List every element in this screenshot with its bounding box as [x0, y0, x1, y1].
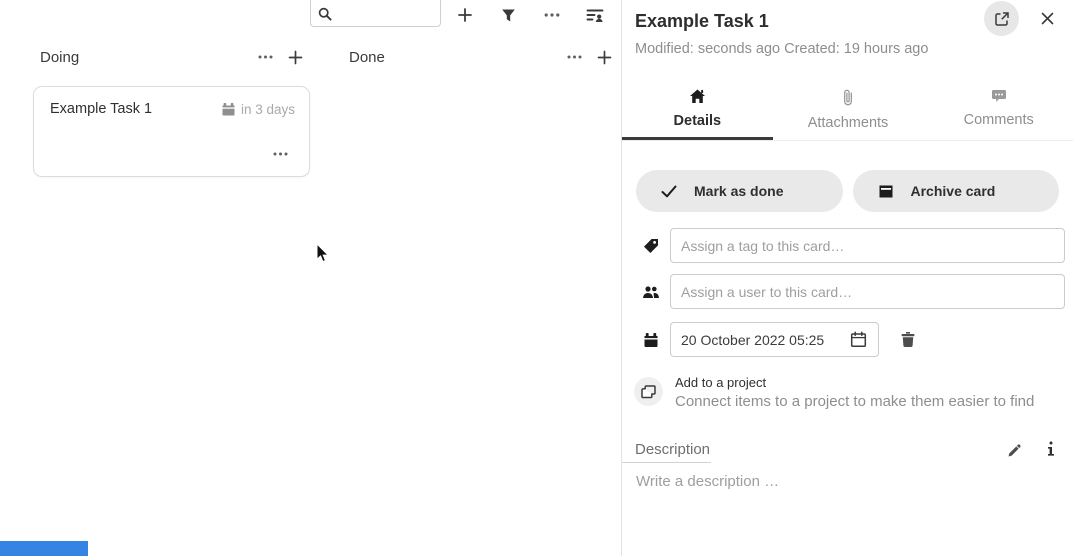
tag-icon — [642, 238, 660, 254]
board-more-button[interactable] — [538, 1, 566, 29]
action-buttons: Mark as done Archive card — [622, 170, 1073, 212]
card-due-label: in 3 days — [241, 102, 295, 117]
add-to-project-row[interactable]: Add to a project Connect items to a proj… — [634, 375, 1034, 410]
search-entry[interactable] — [310, 0, 441, 27]
column-more-button[interactable] — [559, 43, 589, 71]
archive-card-label: Archive card — [911, 183, 996, 199]
project-texts: Add to a project Connect items to a proj… — [675, 375, 1034, 410]
edit-description-button[interactable] — [1000, 436, 1028, 464]
add-to-project-title: Add to a project — [675, 375, 1034, 390]
assign-tag-input[interactable] — [670, 228, 1065, 263]
archive-card-button[interactable]: Archive card — [853, 170, 1060, 212]
tab-comments[interactable]: Comments — [923, 80, 1073, 140]
card-due-badge: in 3 days — [221, 102, 295, 117]
calendar-icon — [642, 332, 660, 348]
add-icon — [457, 7, 473, 23]
due-date-row: 20 October 2022 05:25 — [622, 322, 1073, 357]
project-icon-circle — [634, 377, 663, 406]
pencil-icon — [1007, 443, 1022, 458]
app-window: Doing Example Task 1 — [0, 0, 1073, 556]
popout-icon — [994, 11, 1010, 27]
card-more-button[interactable] — [265, 140, 295, 168]
archive-icon — [878, 184, 894, 199]
tab-label: Attachments — [808, 115, 889, 131]
add-to-project-subtitle: Connect items to a project to make them … — [675, 393, 1034, 410]
card-title: Example Task 1 — [50, 101, 221, 117]
column-more-button[interactable] — [250, 43, 280, 71]
close-button[interactable] — [1034, 5, 1060, 31]
card-detail-panel: Example Task 1 Modified: seconds ago Cre… — [621, 0, 1073, 556]
assignees-icon — [586, 8, 604, 23]
due-date-value: 20 October 2022 05:25 — [681, 332, 844, 348]
search-input[interactable] — [337, 6, 434, 21]
kanban-board: Doing Example Task 1 — [0, 0, 621, 556]
assign-user-input[interactable] — [670, 274, 1065, 309]
more-icon — [273, 151, 288, 157]
trash-icon — [900, 331, 916, 348]
task-card[interactable]: Example Task 1 in 3 days — [33, 86, 310, 177]
column-add-button[interactable] — [280, 43, 310, 71]
mark-as-done-label: Mark as done — [694, 183, 783, 199]
tag-row — [622, 228, 1073, 263]
more-icon — [567, 54, 582, 60]
popout-button[interactable] — [984, 1, 1019, 36]
column-title: Done — [349, 49, 385, 66]
mouse-cursor — [316, 243, 331, 264]
column-header: Doing — [33, 40, 310, 74]
home-icon — [689, 89, 706, 104]
add-icon — [597, 50, 612, 65]
check-icon — [661, 185, 677, 198]
column-title: Doing — [40, 49, 79, 66]
more-icon — [544, 12, 560, 18]
description-header: Description — [622, 438, 1073, 462]
tab-label: Comments — [964, 112, 1034, 128]
search-icon — [318, 7, 332, 21]
assignees-filter-button[interactable] — [581, 1, 609, 29]
filter-button[interactable] — [494, 1, 522, 29]
description-placeholder[interactable]: Write a description … — [636, 473, 779, 490]
description-info-button[interactable] — [1037, 435, 1065, 463]
delete-due-date-button[interactable] — [894, 326, 922, 354]
add-card-button[interactable] — [451, 1, 479, 29]
open-calendar-button[interactable] — [844, 326, 872, 354]
info-icon — [1047, 441, 1055, 457]
filter-icon — [501, 8, 516, 23]
tab-label: Details — [674, 113, 722, 129]
description-label: Description — [635, 441, 710, 458]
detail-tabs: Details Attachments Comments — [622, 80, 1073, 141]
close-icon — [1041, 12, 1054, 25]
paperclip-icon — [843, 89, 853, 106]
calendar-outline-icon — [850, 331, 867, 348]
column-doing: Doing Example Task 1 — [33, 40, 310, 177]
more-icon — [258, 54, 273, 60]
bottom-left-accent-bar — [0, 541, 88, 556]
column-add-button[interactable] — [589, 43, 619, 71]
description-underline — [622, 462, 711, 463]
due-date-field[interactable]: 20 October 2022 05:25 — [670, 322, 879, 357]
mark-as-done-button[interactable]: Mark as done — [636, 170, 843, 212]
panel-meta: Modified: seconds ago Created: 19 hours … — [635, 41, 928, 57]
comment-icon — [991, 89, 1007, 103]
column-header: Done — [342, 40, 619, 74]
windows-icon — [641, 385, 656, 399]
column-done: Done — [342, 40, 619, 74]
add-icon — [288, 50, 303, 65]
user-row — [622, 274, 1073, 309]
panel-title: Example Task 1 — [635, 11, 769, 32]
calendar-icon — [221, 102, 236, 116]
users-icon — [642, 285, 660, 299]
tab-details[interactable]: Details — [622, 80, 773, 140]
tab-attachments[interactable]: Attachments — [773, 80, 924, 140]
